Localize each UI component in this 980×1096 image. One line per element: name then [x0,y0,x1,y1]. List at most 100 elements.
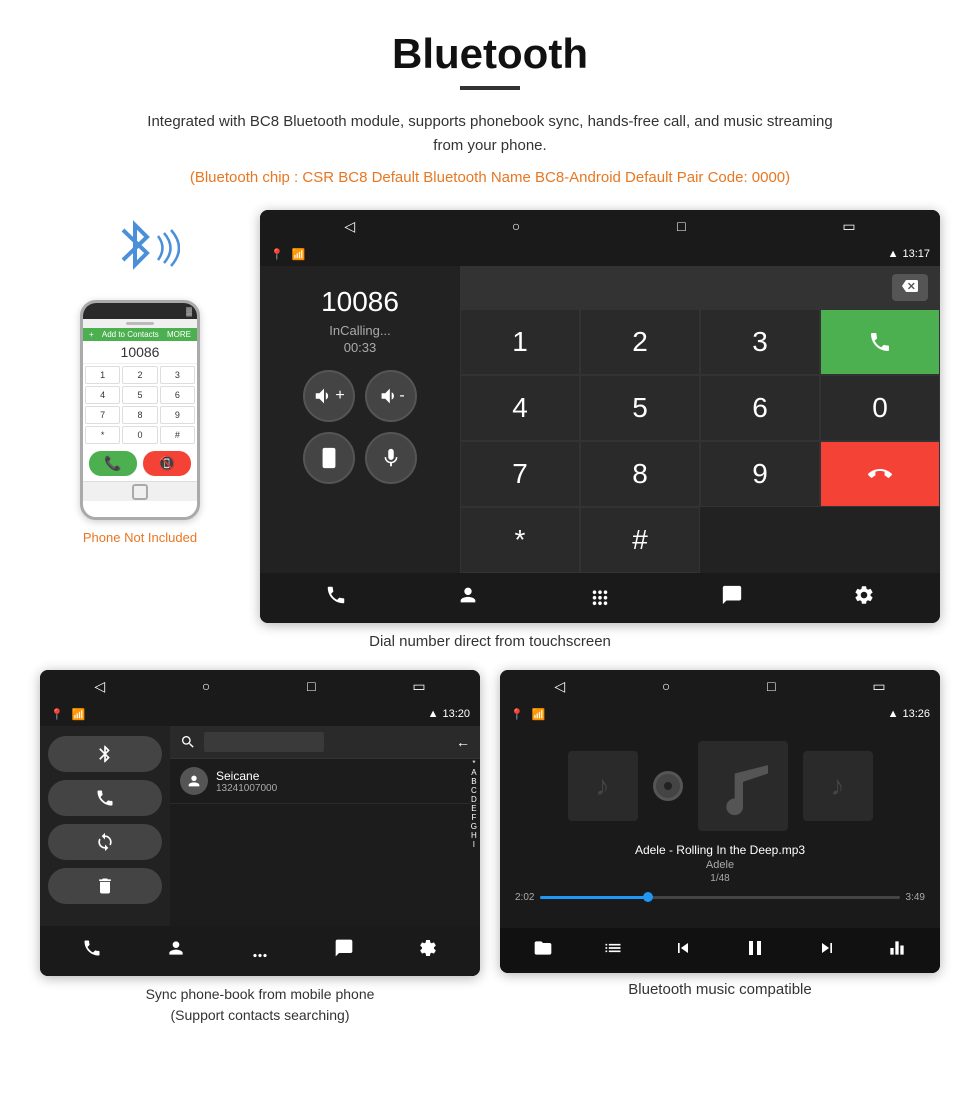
pb-bottom-nav [40,926,480,976]
phone-key-7[interactable]: 7 [85,406,120,424]
pb-back-icon[interactable]: ◁ [94,678,105,695]
pb-nav-settings[interactable] [418,938,438,964]
backspace-button[interactable] [892,274,928,301]
kp-0-large[interactable]: 0 [820,375,940,441]
contacts-icon [457,584,479,606]
nav-call-icon[interactable] [325,584,347,612]
pb-nav-dialpad[interactable] [250,938,270,964]
volume-up-button[interactable]: + [303,370,355,422]
dial-caption: Dial number direct from touchscreen [0,633,980,650]
kp-hash[interactable]: # [580,507,700,573]
pb-nav-call-icon [82,938,102,958]
music-prev-icon[interactable] [673,938,693,963]
progress-track[interactable] [540,896,899,899]
pb-sidebar [40,726,170,926]
pb-nav-sms[interactable] [334,938,354,964]
phone-end-button[interactable]: 📵 [143,451,191,476]
phone-key-hash[interactable]: # [160,426,195,444]
pb-search-input[interactable] [204,732,324,752]
pb-bluetooth-btn[interactable] [48,736,162,772]
contact-person-icon [186,773,202,789]
album-art-main [698,741,788,831]
kp-call-green[interactable] [820,309,940,375]
kp-5[interactable]: 5 [580,375,700,441]
phone-key-5[interactable]: 5 [122,386,157,404]
alpha-index: * A B C D E F G H I [471,759,477,849]
phone-key-9[interactable]: 9 [160,406,195,424]
home-icon[interactable]: ○ [512,218,520,234]
kp-8[interactable]: 8 [580,441,700,507]
pb-home-icon[interactable]: ○ [202,678,210,694]
contact-number: 13241007000 [216,783,277,794]
pb-notif-icon[interactable]: ▭ [412,678,425,695]
description-text: Integrated with BC8 Bluetooth module, su… [140,110,840,158]
music-status-bar: 📍 📶 ▲ 13:26 [500,702,940,726]
contact-avatar [180,767,208,795]
music-note-icon [718,756,768,816]
phone-call-bar: + Add to Contacts MORE [83,328,197,341]
nav-settings-icon[interactable] [853,584,875,612]
music-notif-icon[interactable]: ▭ [872,678,885,695]
pb-wifi-icon: ▲ [428,708,439,720]
kp-4[interactable]: 4 [460,375,580,441]
pb-trash-icon [95,876,115,896]
music-back-icon[interactable]: ◁ [554,678,565,695]
sms-icon [721,584,743,606]
phone-key-6[interactable]: 6 [160,386,195,404]
music-next-icon[interactable] [817,938,837,963]
kp-2[interactable]: 2 [580,309,700,375]
pb-search-bar[interactable]: ← [170,726,480,759]
music-main-area: ♪ ♪ [500,726,940,928]
volume-down-button[interactable]: - [365,370,417,422]
notification-icon[interactable]: ▭ [842,218,855,235]
back-icon[interactable]: ◁ [344,218,355,235]
phone-key-0[interactable]: 0 [122,426,157,444]
kp-end-red[interactable] [820,441,940,507]
phone-home-button[interactable] [132,484,148,500]
pb-nav-contacts[interactable] [166,938,186,964]
music-recents-icon[interactable]: □ [767,678,775,694]
phone-key-2[interactable]: 2 [122,366,157,384]
progress-dot[interactable] [643,892,653,902]
kp-7[interactable]: 7 [460,441,580,507]
phone-key-1[interactable]: 1 [85,366,120,384]
phone-key-star[interactable]: * [85,426,120,444]
kp-star[interactable]: * [460,507,580,573]
pb-back-arrow-icon[interactable]: ← [456,734,470,750]
music-folder-icon[interactable] [533,938,553,963]
kp-1[interactable]: 1 [460,309,580,375]
pb-sync-btn[interactable] [48,824,162,860]
bluetooth-icon-area [100,210,180,290]
nav-sms-icon[interactable] [721,584,743,612]
kp-9[interactable]: 9 [700,441,820,507]
music-play-icon[interactable] [743,936,767,965]
disc-hole [664,782,672,790]
music-signal-icon: 📶 [532,708,546,721]
recents-icon[interactable]: □ [677,218,685,234]
music-caption: Bluetooth music compatible [628,981,811,998]
music-playlist-icon[interactable] [603,938,623,963]
phone-key-3[interactable]: 3 [160,366,195,384]
pb-recents-icon[interactable]: □ [307,678,315,694]
location-icon: 📍 [270,248,284,261]
equalizer-icon [887,938,907,958]
backspace-icon [900,278,920,294]
mute-button[interactable] [365,432,417,484]
android-status-bar: 📍 📶 ▲ 13:17 [260,242,940,266]
pb-nav-call[interactable] [82,938,102,964]
transfer-button[interactable] [303,432,355,484]
pb-call-btn[interactable] [48,780,162,816]
pb-contact-row[interactable]: Seicane 13241007000 [170,759,480,804]
pb-phone-icon: 📶 [72,708,86,721]
pb-delete-btn[interactable] [48,868,162,904]
nav-dialpad-icon[interactable] [589,584,611,612]
phone-key-8[interactable]: 8 [122,406,157,424]
time-current: 2:02 [515,892,534,903]
kp-3[interactable]: 3 [700,309,820,375]
music-home-icon[interactable]: ○ [662,678,670,694]
phone-key-4[interactable]: 4 [85,386,120,404]
music-equalizer-icon[interactable] [887,938,907,963]
kp-6[interactable]: 6 [700,375,820,441]
phone-call-button[interactable]: 📞 [89,451,137,476]
nav-contacts-icon[interactable] [457,584,479,612]
